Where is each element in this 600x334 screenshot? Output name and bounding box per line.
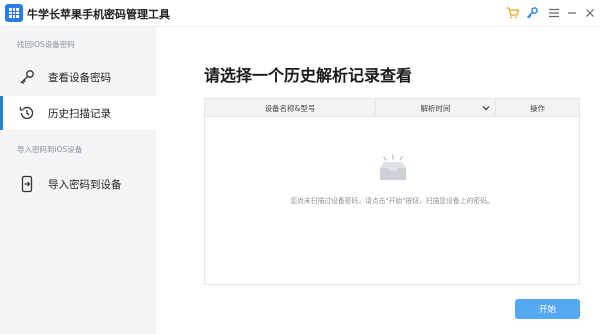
minimize-icon[interactable] <box>564 5 580 21</box>
page-title: 请选择一个历史解析记录查看 <box>204 66 413 85</box>
column-header-action: 操作 <box>495 99 579 117</box>
app-title: 牛学长苹果手机密码管理工具 <box>27 8 170 21</box>
sidebar-item-label: 导入密码到设备 <box>48 179 122 191</box>
sidebar-item-view-password[interactable]: 查看设备密码 <box>0 60 156 94</box>
column-header-time-label: 解析时间 <box>420 103 451 113</box>
empty-state-message: 您尚未扫描过设备密码，请点击"开始"按钮，扫描您设备上的密码。 <box>290 197 494 205</box>
key-icon <box>17 67 37 87</box>
sidebar-item-label: 查看设备密码 <box>48 72 111 84</box>
title-bar: 牛学长苹果手机密码管理工具 <box>0 0 600 27</box>
history-table: 设备名称&型号 解析时间 操作 您尚未扫描过设备密码，请点击"开始"按钮，扫描您… <box>204 98 580 285</box>
cart-icon[interactable] <box>505 5 521 21</box>
app-logo-icon <box>5 4 23 22</box>
sidebar-item-label: 历史扫描记录 <box>48 108 111 120</box>
empty-inbox-icon <box>377 154 409 184</box>
key-icon[interactable] <box>524 5 540 21</box>
sidebar-item-history[interactable]: 历史扫描记录 <box>0 96 156 130</box>
table-header: 设备名称&型号 解析时间 操作 <box>205 99 579 117</box>
section-label-recover: 找回iOS设备密码 <box>17 40 75 49</box>
history-icon <box>17 103 37 123</box>
section-label-import: 导入密码到iOS设备 <box>17 145 83 154</box>
sidebar-item-import-password[interactable]: 导入密码到设备 <box>0 167 156 201</box>
chevron-down-icon[interactable] <box>481 103 491 113</box>
close-icon[interactable] <box>582 5 598 21</box>
start-button[interactable]: 开始 <box>515 299 580 319</box>
sidebar: 找回iOS设备密码 查看设备密码 历史扫描记录 导入密码到iOS设备 导入密码到… <box>0 27 156 334</box>
column-header-time[interactable]: 解析时间 <box>375 99 495 117</box>
phone-import-icon <box>17 174 37 194</box>
menu-icon[interactable] <box>546 5 562 21</box>
column-header-device: 设备名称&型号 <box>264 103 316 113</box>
